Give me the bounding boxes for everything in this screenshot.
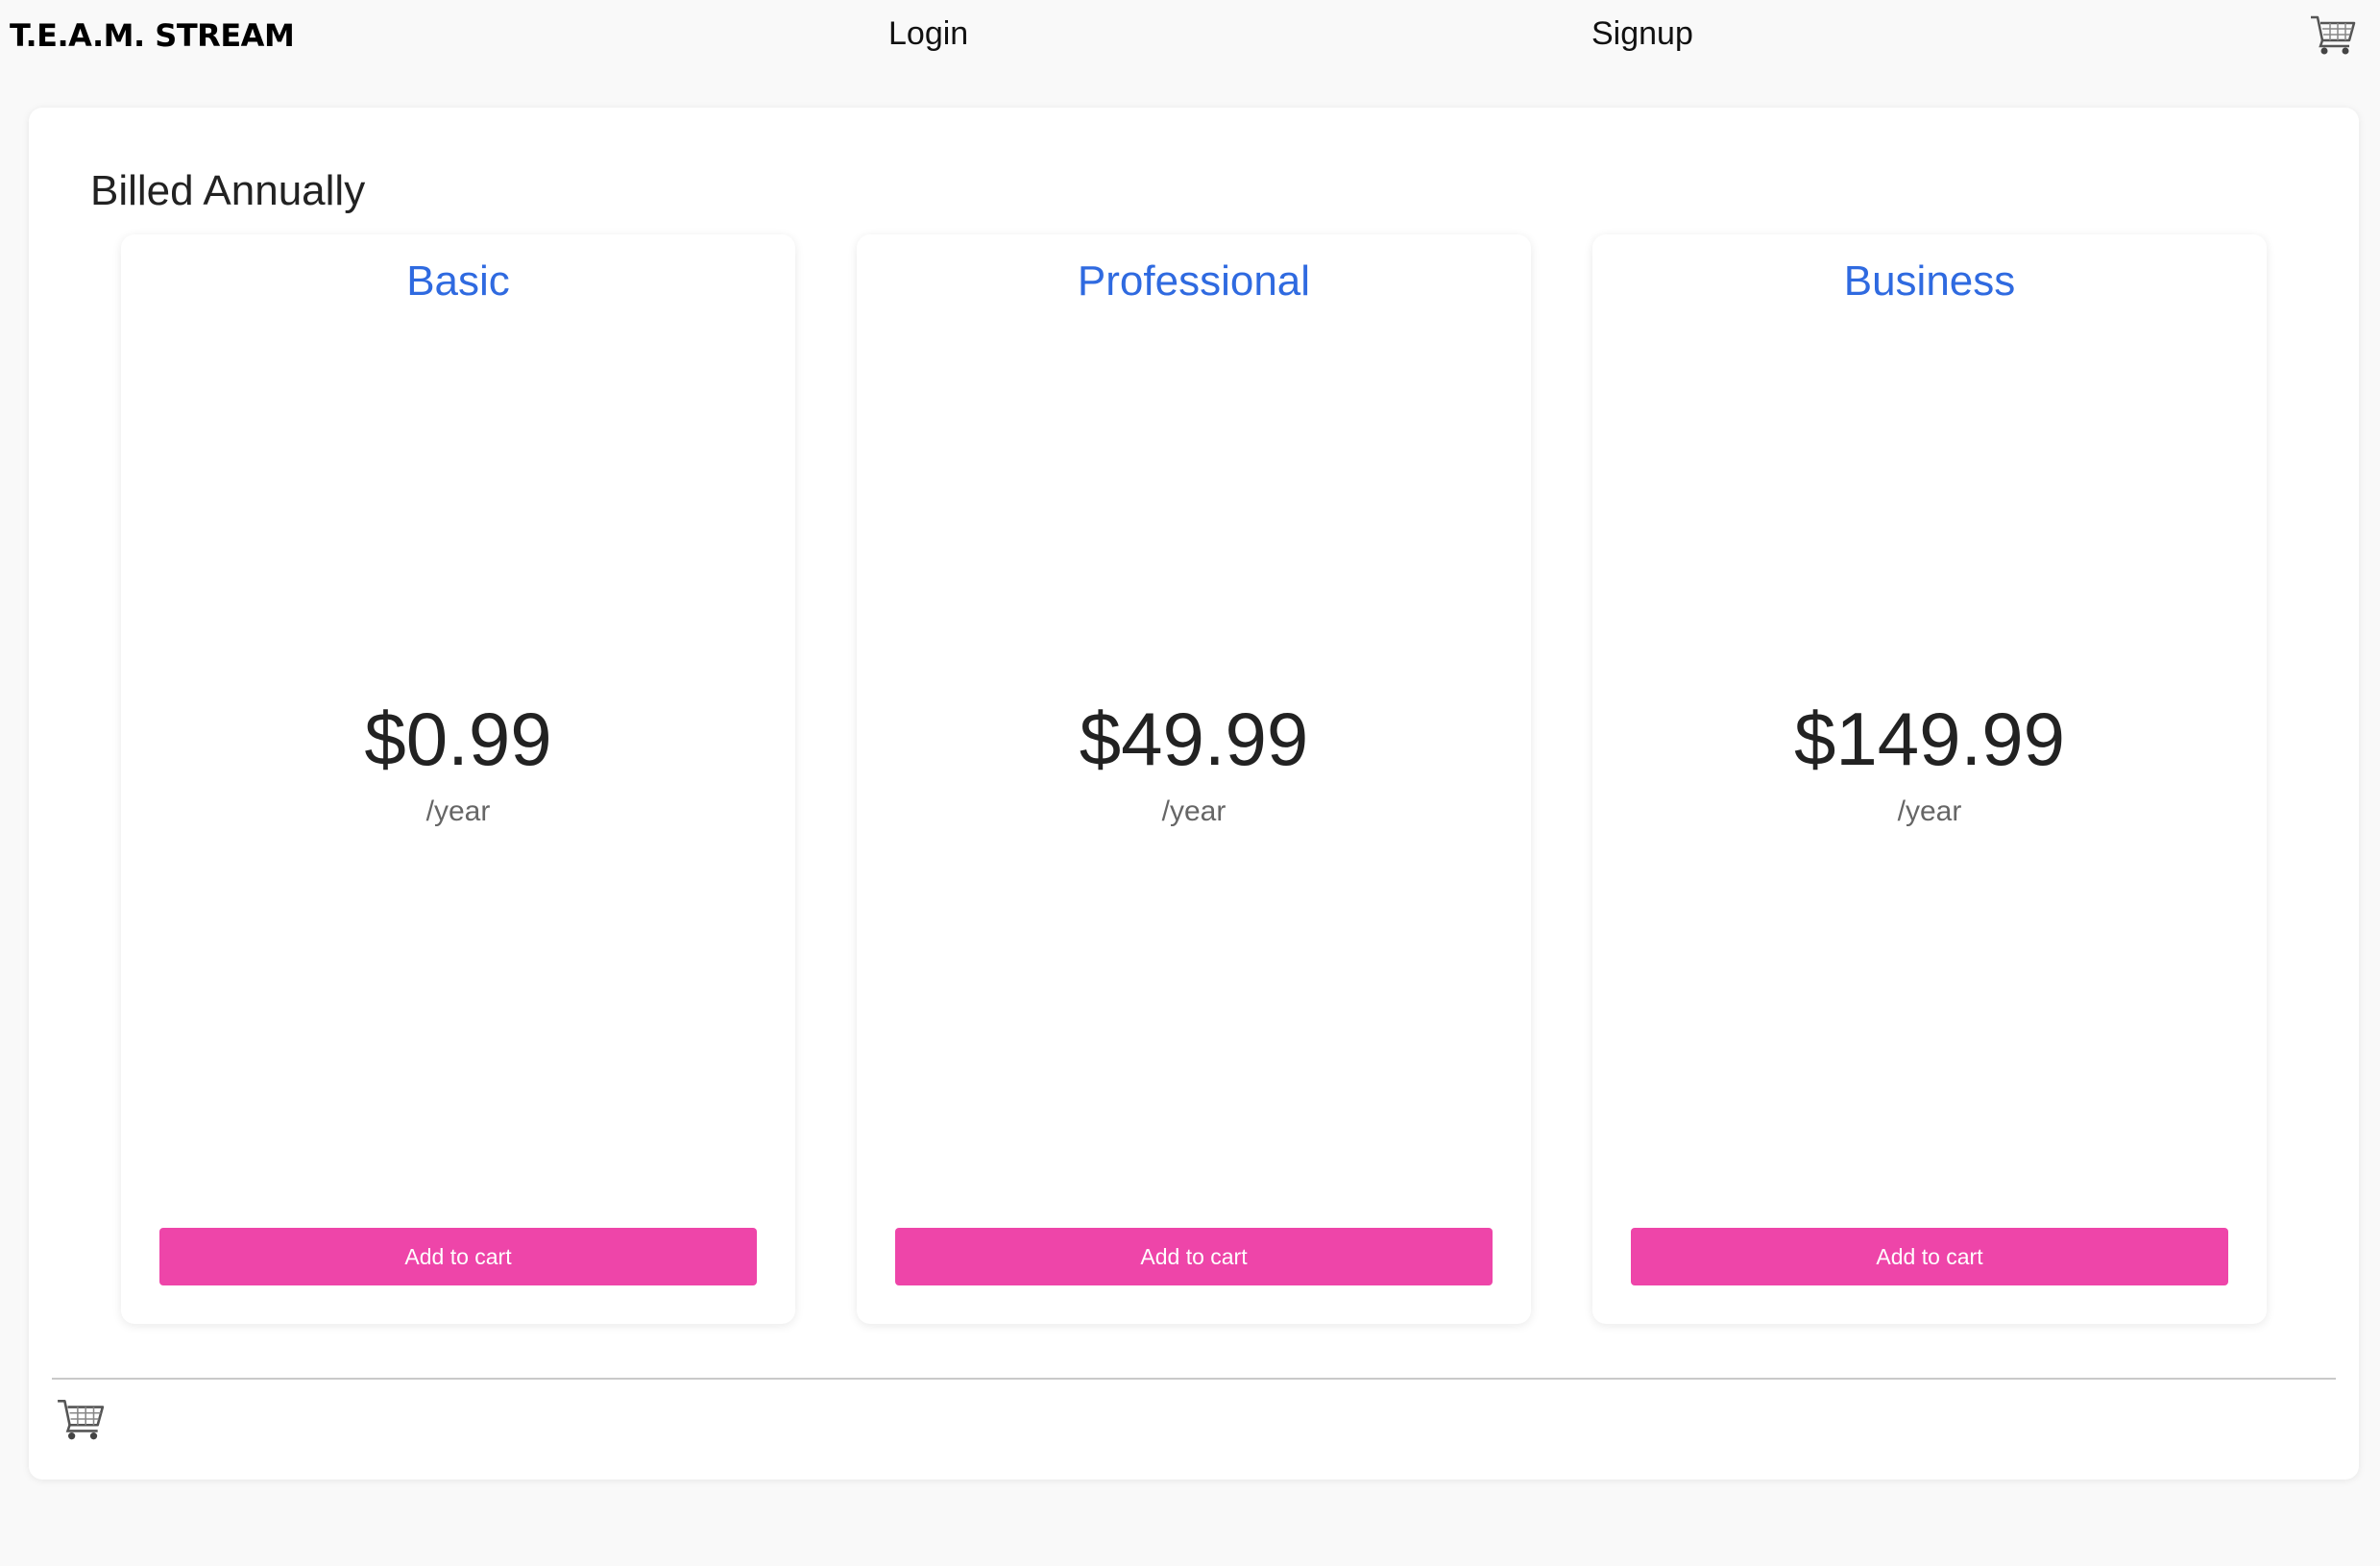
plan-name: Basic (406, 257, 510, 305)
divider (52, 1378, 2336, 1380)
pricing-panel: Billed Annually Basic $0.99 /year Add to… (29, 108, 2359, 1480)
shopping-cart-icon[interactable] (56, 1395, 106, 1443)
plan-price: $149.99 (1794, 697, 2065, 781)
plan-period: /year (425, 795, 491, 827)
plan-name: Professional (1077, 257, 1311, 305)
add-to-cart-button[interactable]: Add to cart (895, 1228, 1493, 1285)
plan-period: /year (1897, 795, 1962, 827)
plan-card-professional: Professional $49.99 /year Add to cart (857, 234, 1531, 1324)
add-to-cart-button[interactable]: Add to cart (1631, 1228, 2228, 1285)
plan-period: /year (1161, 795, 1226, 827)
plan-price: $49.99 (1079, 697, 1309, 781)
shopping-cart-icon[interactable] (2309, 12, 2357, 58)
billing-period-heading: Billed Annually (90, 167, 366, 214)
plan-name: Business (1843, 257, 2016, 305)
add-to-cart-button[interactable]: Add to cart (159, 1228, 757, 1285)
brand-logo[interactable]: T.E.A.M. STREAM (10, 17, 295, 54)
top-navigation: T.E.A.M. STREAM Login Signup (0, 0, 2380, 75)
plan-card-business: Business $149.99 /year Add to cart (1592, 234, 2267, 1324)
plan-price: $0.99 (364, 697, 552, 781)
plan-card-basic: Basic $0.99 /year Add to cart (121, 234, 795, 1324)
signup-link[interactable]: Signup (1591, 15, 1693, 53)
login-link[interactable]: Login (888, 15, 968, 53)
